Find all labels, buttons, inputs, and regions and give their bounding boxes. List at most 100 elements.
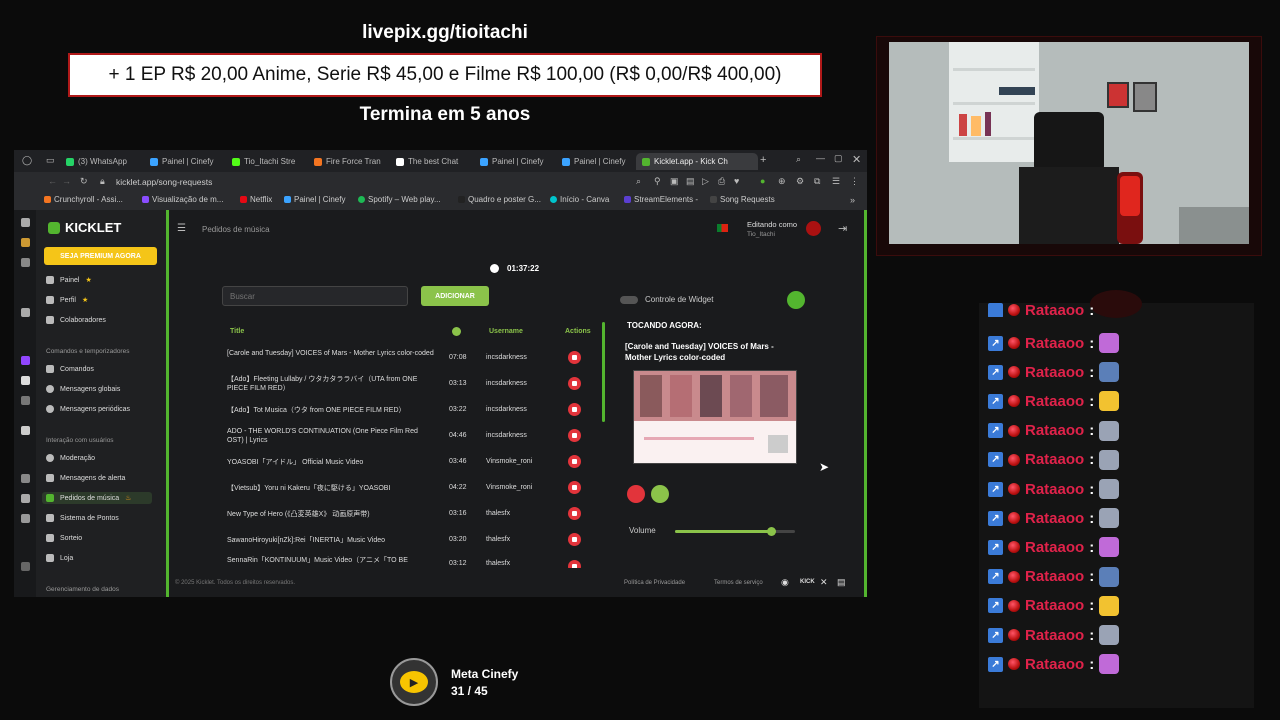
- sidebar-app-icon[interactable]: [21, 562, 30, 571]
- close-icon[interactable]: ✕: [852, 153, 861, 166]
- sidebar-app-icon[interactable]: [21, 514, 30, 523]
- sidebar-app-icon[interactable]: [21, 308, 30, 317]
- volume-slider[interactable]: [675, 527, 795, 536]
- x-icon[interactable]: ✕: [820, 577, 828, 588]
- delete-button[interactable]: [568, 533, 581, 546]
- tab-kick-stream[interactable]: Tio_Itachi Stre: [232, 153, 302, 170]
- url-field[interactable]: kicklet.app/song-requests: [116, 177, 212, 187]
- tab-whatsapp[interactable]: (3) WhatsApp: [66, 153, 144, 170]
- profile-icon[interactable]: ☰: [832, 176, 840, 187]
- more-bookmarks-icon[interactable]: »: [850, 195, 855, 205]
- tab-cinefy[interactable]: Painel | Cinefy: [150, 153, 222, 170]
- privacy-link[interactable]: Política de Privacidade: [624, 580, 685, 586]
- download-icon[interactable]: ⊕: [778, 176, 786, 187]
- sidebar-item-moderacao[interactable]: Moderação: [46, 454, 95, 462]
- bookmark-cinefy[interactable]: Painel | Cinefy: [284, 195, 345, 204]
- bookmark-crunchyroll[interactable]: Crunchyroll - Assi...: [44, 195, 123, 204]
- terms-link[interactable]: Termos de serviço: [714, 580, 763, 586]
- new-tab-icon[interactable]: +: [760, 154, 766, 166]
- sidebar-item-mensagens-globais[interactable]: Mensagens globais: [46, 385, 120, 393]
- sidebar-item-colaboradores[interactable]: Colaboradores: [46, 316, 106, 324]
- sidebar-item-sorteio[interactable]: Sorteio: [46, 534, 82, 542]
- tab-kicklet[interactable]: Kicklet.app - Kick Ch: [636, 153, 758, 170]
- bookmark-visualizacao[interactable]: Visualização de m...: [142, 195, 223, 204]
- reader-icon[interactable]: ▤: [686, 176, 695, 187]
- twitch-icon[interactable]: [21, 356, 30, 365]
- back-icon[interactable]: ←: [48, 176, 57, 186]
- bookmark-streamelements[interactable]: StreamElements -: [624, 195, 698, 204]
- sidebar-app-icon[interactable]: [21, 426, 30, 435]
- avatar[interactable]: [806, 221, 821, 236]
- delete-button[interactable]: [568, 403, 581, 416]
- sidebar-app-icon[interactable]: [21, 396, 30, 405]
- sidebar-item-pontos[interactable]: Sistema de Pontos: [46, 514, 119, 522]
- skip-button[interactable]: [651, 485, 669, 503]
- delete-button[interactable]: [568, 351, 581, 364]
- zoom-icon[interactable]: ⌕: [636, 176, 641, 187]
- sidebar-app-icon[interactable]: [21, 218, 30, 227]
- logout-icon[interactable]: ⇥: [838, 222, 847, 235]
- search-input[interactable]: [222, 286, 408, 306]
- document-icon[interactable]: ▤: [837, 577, 846, 588]
- sidebar-item-comandos[interactable]: Comandos: [46, 365, 94, 373]
- widget-toggle[interactable]: [620, 296, 638, 304]
- forward-icon[interactable]: →: [62, 176, 71, 186]
- extension-icon[interactable]: ●: [760, 176, 765, 186]
- kicklet-logo[interactable]: KICKLET: [48, 220, 121, 235]
- sidebar-item-loja[interactable]: Loja: [46, 554, 73, 562]
- commands-icon: [46, 365, 54, 373]
- volume-knob[interactable]: [767, 527, 776, 536]
- heart-icon[interactable]: ♥: [734, 176, 739, 186]
- tab-cinefy-3[interactable]: Painel | Cinefy: [562, 153, 632, 170]
- column-username[interactable]: Username: [489, 328, 523, 335]
- search-tabs-icon[interactable]: ⌕: [796, 154, 801, 165]
- menu-toggle-icon[interactable]: ☰: [177, 223, 186, 234]
- sidebar-item-pedidos-musica[interactable]: Pedidos de música ♨: [42, 492, 152, 504]
- delete-button[interactable]: [568, 560, 581, 568]
- discord-icon[interactable]: ◉: [781, 577, 789, 588]
- moderation-icon: [46, 454, 54, 462]
- minimize-icon[interactable]: —: [816, 153, 825, 163]
- play-icon[interactable]: ▷: [702, 176, 709, 187]
- reload-icon[interactable]: ↻: [80, 176, 88, 187]
- language-flag-icon[interactable]: [717, 224, 728, 232]
- delete-button[interactable]: [568, 377, 581, 390]
- sidebar-app-icon[interactable]: [21, 474, 30, 483]
- delete-button[interactable]: [568, 455, 581, 468]
- bookmark-song-requests[interactable]: Song Requests: [710, 195, 775, 204]
- sidebar-item-painel[interactable]: Painel ★: [46, 276, 92, 284]
- bookmark-netflix[interactable]: Netflix: [240, 195, 272, 204]
- sidebar-item-perfil[interactable]: Perfil ★: [46, 296, 88, 304]
- delete-button[interactable]: [568, 429, 581, 442]
- x-icon[interactable]: [21, 376, 30, 385]
- bookmark-spotify[interactable]: Spotify – Web play...: [358, 195, 441, 204]
- settings-icon[interactable]: ⚙: [796, 176, 804, 187]
- bookmark-icon[interactable]: ⎙: [718, 176, 725, 187]
- sidebar-item-mensagens-periodicas[interactable]: Mensagens periódicas: [46, 405, 130, 413]
- column-title[interactable]: Title: [230, 328, 244, 335]
- bookmark-quadro[interactable]: Quadro e poster G...: [458, 195, 541, 204]
- widget-power-icon[interactable]: [787, 291, 805, 309]
- tab-cinefy-2[interactable]: Painel | Cinefy: [480, 153, 550, 170]
- add-button[interactable]: ADICIONAR: [421, 286, 489, 306]
- workspace-icon[interactable]: ▭: [46, 155, 55, 166]
- kick-icon[interactable]: KICK: [800, 579, 815, 585]
- maximize-icon[interactable]: ▢: [834, 153, 843, 164]
- sidebar-app-icon[interactable]: [21, 258, 30, 267]
- stop-button[interactable]: [627, 485, 645, 503]
- menu-icon[interactable]: ⋮: [850, 176, 859, 187]
- sidebar-app-icon[interactable]: [21, 238, 30, 247]
- delete-button[interactable]: [568, 481, 581, 494]
- pin-icon[interactable]: ⚲: [654, 176, 661, 187]
- premium-button[interactable]: SEJA PREMIUM AGORA: [44, 247, 157, 265]
- delete-button[interactable]: [568, 507, 581, 520]
- sidebar-item-alertas[interactable]: Mensagens de alerta: [46, 474, 125, 482]
- browser-menu-icon[interactable]: ◯: [22, 155, 32, 166]
- bookmark-canva[interactable]: Início - Canva: [550, 195, 609, 204]
- screenshot-icon[interactable]: ▣: [670, 176, 679, 187]
- extensions-icon[interactable]: ⧉: [814, 176, 820, 187]
- tab-fire-force[interactable]: Fire Force Tran: [314, 153, 382, 170]
- table-scrollbar[interactable]: [602, 322, 605, 422]
- sidebar-app-icon[interactable]: [21, 494, 30, 503]
- tab-best-chat[interactable]: The best Chat: [396, 153, 464, 170]
